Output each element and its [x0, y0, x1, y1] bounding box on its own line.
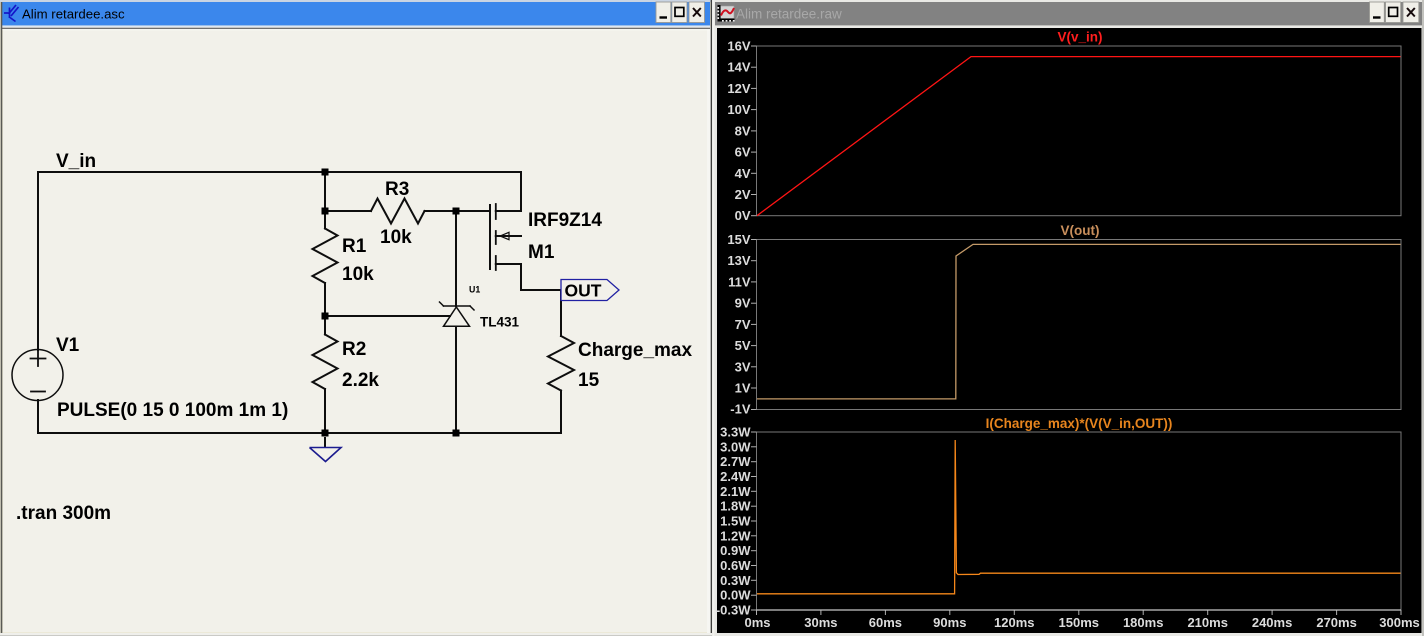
- svg-text:300ms: 300ms: [1379, 615, 1419, 630]
- svg-text:M1: M1: [528, 242, 555, 263]
- svg-text:10k: 10k: [342, 264, 374, 285]
- svg-text:30ms: 30ms: [804, 615, 837, 630]
- svg-text:13V: 13V: [727, 253, 750, 268]
- svg-text:2.4W: 2.4W: [720, 469, 751, 484]
- svg-text:10k: 10k: [380, 227, 412, 248]
- svg-text:4V: 4V: [735, 166, 751, 181]
- svg-text:120ms: 120ms: [994, 615, 1034, 630]
- svg-text:0V: 0V: [735, 208, 751, 223]
- svg-text:3V: 3V: [735, 359, 751, 374]
- svg-text:150ms: 150ms: [1059, 615, 1099, 630]
- svg-text:-1V: -1V: [730, 402, 751, 417]
- svg-text:0ms: 0ms: [744, 615, 770, 630]
- svg-text:PULSE(0 15 0 100m 1m 1): PULSE(0 15 0 100m 1m 1): [57, 400, 288, 421]
- svg-text:V(out): V(out): [1061, 223, 1100, 238]
- svg-text:210ms: 210ms: [1187, 615, 1227, 630]
- svg-text:0.0W: 0.0W: [720, 588, 751, 603]
- svg-text:2.2k: 2.2k: [342, 370, 379, 391]
- svg-text:5V: 5V: [735, 338, 751, 353]
- svg-text:6V: 6V: [735, 145, 751, 160]
- svg-text:.tran 300m: .tran 300m: [16, 503, 111, 524]
- svg-text:R1: R1: [342, 236, 367, 257]
- svg-text:R2: R2: [342, 339, 366, 360]
- svg-text:1V: 1V: [735, 381, 751, 396]
- svg-text:240ms: 240ms: [1252, 615, 1292, 630]
- svg-text:16V: 16V: [727, 39, 750, 54]
- svg-text:0.9W: 0.9W: [720, 543, 751, 558]
- svg-text:1.5W: 1.5W: [720, 514, 751, 529]
- svg-text:Alim retardee.raw: Alim retardee.raw: [736, 7, 842, 22]
- svg-text:3.3W: 3.3W: [720, 425, 751, 440]
- svg-text:11V: 11V: [728, 274, 751, 289]
- svg-text:1.2W: 1.2W: [720, 528, 751, 543]
- svg-text:270ms: 270ms: [1316, 615, 1356, 630]
- svg-text:14V: 14V: [727, 60, 750, 75]
- svg-text:V_in: V_in: [56, 151, 96, 172]
- svg-text:TL431: TL431: [480, 315, 520, 330]
- svg-text:3.0W: 3.0W: [720, 439, 751, 454]
- svg-text:U1: U1: [469, 285, 480, 295]
- svg-text:90ms: 90ms: [933, 615, 966, 630]
- svg-text:V1: V1: [56, 335, 80, 356]
- svg-text:0.3W: 0.3W: [720, 573, 751, 588]
- svg-text:2.1W: 2.1W: [720, 484, 751, 499]
- svg-text:Charge_max: Charge_max: [578, 340, 692, 361]
- svg-text:0.6W: 0.6W: [720, 558, 751, 573]
- svg-text:Alim retardee.asc: Alim retardee.asc: [22, 7, 125, 22]
- svg-text:IRF9Z14: IRF9Z14: [528, 210, 602, 231]
- svg-text:I(Charge_max)*(V(V_in,OUT)): I(Charge_max)*(V(V_in,OUT)): [986, 416, 1173, 431]
- svg-text:V(v_in): V(v_in): [1057, 30, 1102, 45]
- svg-text:2.7W: 2.7W: [720, 454, 751, 469]
- svg-text:60ms: 60ms: [869, 615, 902, 630]
- svg-text:10V: 10V: [727, 102, 750, 117]
- svg-text:15V: 15V: [727, 232, 750, 247]
- svg-text:OUT: OUT: [565, 281, 602, 301]
- svg-text:8V: 8V: [735, 123, 751, 138]
- svg-text:7V: 7V: [735, 317, 751, 332]
- svg-text:12V: 12V: [727, 81, 750, 96]
- svg-text:180ms: 180ms: [1123, 615, 1163, 630]
- svg-text:9V: 9V: [735, 296, 751, 311]
- svg-text:1.8W: 1.8W: [720, 499, 751, 514]
- svg-text:15: 15: [578, 370, 600, 391]
- svg-text:R3: R3: [385, 179, 409, 200]
- svg-text:2V: 2V: [735, 187, 751, 202]
